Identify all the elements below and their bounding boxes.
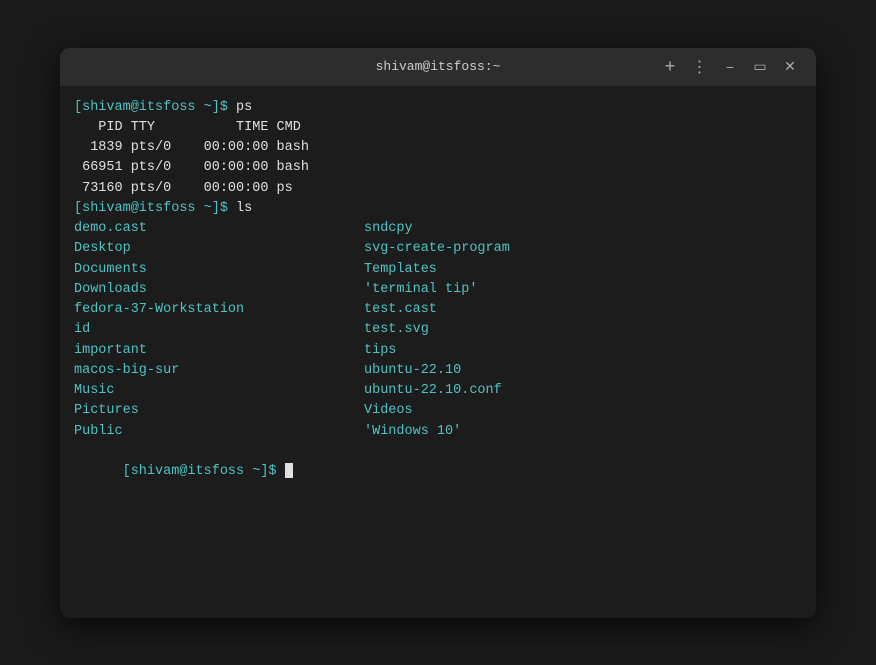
ls-item: ubuntu-22.10 xyxy=(364,361,654,381)
cursor xyxy=(285,463,293,478)
ls-item: tips xyxy=(364,341,654,361)
titlebar: shivam@itsfoss:~ + ⋮ − ▭ ✕ xyxy=(60,48,816,86)
ls-item: ubuntu-22.10.conf xyxy=(364,381,654,401)
ps-header: PID TTY TIME CMD xyxy=(74,118,802,138)
ps-row-2: 66951 pts/0 00:00:00 bash xyxy=(74,158,802,178)
ls-item: Templates xyxy=(364,260,654,280)
ls-item: Music xyxy=(74,381,364,401)
maximize-button[interactable]: ▭ xyxy=(746,53,774,81)
ls-item: Videos xyxy=(364,401,654,421)
ls-item: test.cast xyxy=(364,300,654,320)
ls-item: 'Windows 10' xyxy=(364,422,654,442)
final-prompt-line: [shivam@itsfoss ~]$ xyxy=(74,442,802,503)
terminal-window: shivam@itsfoss:~ + ⋮ − ▭ ✕ [shivam@itsfo… xyxy=(60,48,816,618)
ls-item: Pictures xyxy=(74,401,364,421)
ls-item: important xyxy=(74,341,364,361)
minimize-button[interactable]: − xyxy=(716,53,744,81)
ls-item: id xyxy=(74,320,364,340)
ls-column-right: sndcpy svg-create-program Templates 'ter… xyxy=(364,219,654,442)
ls-item: Desktop xyxy=(74,239,364,259)
terminal-body[interactable]: [shivam@itsfoss ~]$ ps PID TTY TIME CMD … xyxy=(60,86,816,618)
ls-item: Documents xyxy=(74,260,364,280)
ls-item: macos-big-sur xyxy=(74,361,364,381)
titlebar-controls: + ⋮ − ▭ ✕ xyxy=(656,53,804,81)
ps-row-3: 73160 pts/0 00:00:00 ps xyxy=(74,179,802,199)
prompt: [shivam@itsfoss ~]$ xyxy=(74,100,236,115)
ls-output: demo.cast Desktop Documents Downloads fe… xyxy=(74,219,802,442)
menu-button[interactable]: ⋮ xyxy=(686,53,714,81)
ls-item: test.svg xyxy=(364,320,654,340)
final-prompt: [shivam@itsfoss ~]$ xyxy=(123,464,285,479)
close-button[interactable]: ✕ xyxy=(776,53,804,81)
ls-item: demo.cast xyxy=(74,219,364,239)
ls-item: Downloads xyxy=(74,280,364,300)
ls-item: fedora-37-Workstation xyxy=(74,300,364,320)
ls-column-left: demo.cast Desktop Documents Downloads fe… xyxy=(74,219,364,442)
new-tab-button[interactable]: + xyxy=(656,53,684,81)
ls-command-line: [shivam@itsfoss ~]$ ls xyxy=(74,199,802,219)
ls-item: sndcpy xyxy=(364,219,654,239)
ls-item: Public xyxy=(74,422,364,442)
titlebar-title: shivam@itsfoss:~ xyxy=(376,59,501,74)
ls-item: svg-create-program xyxy=(364,239,654,259)
ls-item: 'terminal tip' xyxy=(364,280,654,300)
ps-row-1: 1839 pts/0 00:00:00 bash xyxy=(74,138,802,158)
prompt-2: [shivam@itsfoss ~]$ xyxy=(74,201,236,216)
ps-command-line: [shivam@itsfoss ~]$ ps xyxy=(74,98,802,118)
